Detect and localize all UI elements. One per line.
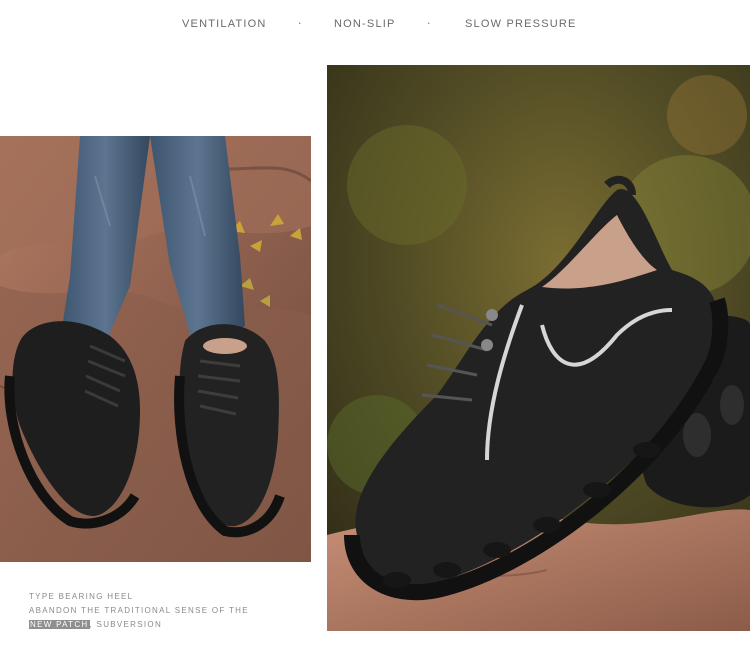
feet-on-rocks-illustration: [0, 136, 311, 562]
product-photo-shoe-closeup: [327, 65, 750, 631]
caption-line-2: ABANDON THE TRADITIONAL SENSE OF THE: [29, 606, 249, 615]
shoe-on-rock-illustration: [327, 65, 750, 631]
feature-separator: ·: [298, 17, 302, 30]
feature-separator: ·: [427, 17, 431, 30]
caption-line-3: NEW PATCH, SUBVERSION: [29, 620, 162, 629]
feature-strip: VENTILATION · NON-SLIP · SLOW PRESSURE: [0, 17, 750, 34]
feature-slow-pressure: SLOW PRESSURE: [465, 18, 577, 30]
product-photo-on-feet: [0, 136, 311, 562]
feature-ventilation: VENTILATION: [182, 18, 267, 30]
caption-line-3-rest: , SUBVERSION: [89, 620, 163, 629]
caption-line-1: TYPE BEARING HEEL: [29, 592, 134, 601]
feature-non-slip: NON-SLIP: [334, 18, 396, 30]
caption-highlight: NEW PATCH: [29, 620, 90, 629]
